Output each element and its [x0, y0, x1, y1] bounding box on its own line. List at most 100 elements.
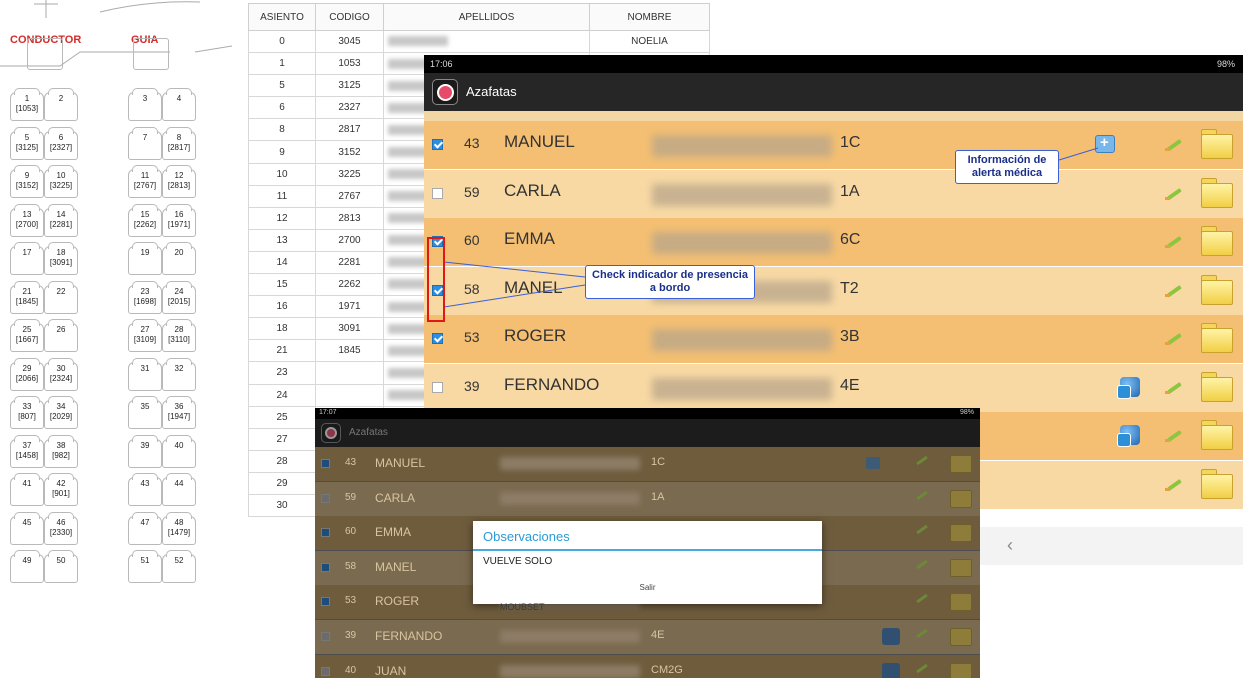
seat-30[interactable]: 30 [2324] — [44, 357, 78, 391]
seat-9[interactable]: 9 [3152] — [10, 165, 44, 198]
edit-icon[interactable] — [916, 559, 928, 569]
seat-33[interactable]: 33 [807] — [10, 396, 44, 429]
seat-22[interactable]: 22 — [44, 280, 78, 314]
edit-icon[interactable] — [916, 594, 928, 604]
passenger-row[interactable]: 58 MANEL T2 — [424, 266, 1243, 315]
seat-26[interactable]: 26 — [44, 319, 78, 352]
seat-7[interactable]: 7 — [128, 126, 162, 160]
folder-icon[interactable] — [1201, 274, 1233, 305]
seat-18[interactable]: 18 [3091] — [44, 242, 78, 275]
edit-icon[interactable] — [1165, 476, 1183, 492]
seat-44[interactable]: 44 — [162, 473, 196, 506]
seat-17[interactable]: 17 — [10, 242, 44, 275]
presence-checkbox[interactable] — [432, 381, 443, 393]
seat-29[interactable]: 29 [2066] — [10, 357, 44, 391]
seat-13[interactable]: 13 [2700] — [10, 203, 44, 237]
seat-12[interactable]: 12 [2813] — [162, 165, 196, 198]
edit-icon[interactable] — [1165, 282, 1183, 298]
edit-icon[interactable] — [916, 455, 928, 466]
seat-43[interactable]: 43 — [128, 473, 162, 506]
folder-icon[interactable] — [1201, 323, 1233, 353]
group-icon[interactable] — [1117, 423, 1143, 447]
seat-45[interactable]: 45 — [10, 511, 44, 545]
seat-37[interactable]: 37 [1458] — [10, 434, 44, 468]
seat-39[interactable]: 39 — [128, 434, 162, 468]
passenger-row[interactable]: 39 FERNANDO 4E — [315, 620, 980, 654]
seat-42[interactable]: 42 [901] — [44, 473, 78, 506]
folder-icon[interactable] — [1201, 371, 1233, 402]
folder-icon[interactable] — [1201, 129, 1233, 159]
folder-icon[interactable] — [950, 455, 972, 473]
edit-icon[interactable] — [916, 525, 928, 535]
seat-35[interactable]: 35 — [128, 396, 162, 429]
folder-icon[interactable] — [950, 662, 972, 678]
passenger-row[interactable]: 60 EMMA 6C — [424, 218, 1243, 266]
presence-checkbox[interactable] — [321, 562, 330, 572]
edit-icon[interactable] — [916, 628, 928, 639]
medical-alert-icon[interactable] — [866, 457, 880, 469]
edit-icon[interactable] — [916, 490, 928, 500]
edit-icon[interactable] — [1165, 330, 1183, 346]
folder-icon[interactable] — [950, 628, 972, 646]
group-icon[interactable] — [1117, 375, 1143, 399]
presence-checkbox[interactable] — [321, 632, 330, 641]
seat-38[interactable]: 38 [982] — [44, 434, 78, 468]
seat-20[interactable]: 20 — [162, 242, 196, 275]
seat-1[interactable]: 1 [1053] — [10, 88, 44, 121]
folder-icon[interactable] — [1201, 420, 1233, 450]
presence-checkbox[interactable] — [432, 139, 443, 150]
edit-icon[interactable] — [1165, 136, 1183, 152]
seat-34[interactable]: 34 [2029] — [44, 396, 78, 429]
seat-2[interactable]: 2 — [44, 88, 78, 121]
seat-15[interactable]: 15 [2262] — [128, 203, 162, 237]
presence-checkbox[interactable] — [321, 528, 330, 538]
seat-31[interactable]: 31 — [128, 357, 162, 391]
presence-checkbox[interactable] — [321, 459, 330, 468]
folder-icon[interactable] — [950, 558, 972, 577]
seat-47[interactable]: 47 — [128, 511, 162, 545]
seat-25[interactable]: 25 [1667] — [10, 319, 44, 352]
folder-icon[interactable] — [950, 524, 972, 543]
presence-checkbox[interactable] — [321, 597, 330, 607]
seat-51[interactable]: 51 — [128, 550, 162, 583]
seat-46[interactable]: 46 [2330] — [44, 511, 78, 545]
seat-40[interactable]: 40 — [162, 434, 196, 468]
folder-icon[interactable] — [1201, 468, 1233, 499]
passenger-row[interactable]: 43 MANUEL 1C — [315, 447, 980, 481]
edit-icon[interactable] — [1165, 185, 1183, 201]
medical-alert-icon[interactable] — [1095, 134, 1115, 153]
passenger-row[interactable]: 59 CARLA 1A — [315, 481, 980, 516]
group-icon[interactable] — [882, 628, 900, 645]
passenger-row[interactable]: 53 ROGER 3B — [424, 315, 1243, 363]
seat-16[interactable]: 16 [1971] — [162, 203, 196, 237]
seat-49[interactable]: 49 — [10, 550, 44, 583]
seat-23[interactable]: 23 [1698] — [128, 280, 162, 314]
seat-5[interactable]: 5 [3125] — [10, 126, 44, 160]
edit-icon[interactable] — [1165, 233, 1183, 249]
passenger-row[interactable]: 59 CARLA 1A — [424, 169, 1243, 218]
seat-6[interactable]: 6 [2327] — [44, 126, 78, 160]
seat-8[interactable]: 8 [2817] — [162, 126, 196, 160]
presence-checkbox[interactable] — [321, 666, 330, 676]
presence-checkbox[interactable] — [432, 187, 443, 199]
seat-19[interactable]: 19 — [128, 242, 162, 275]
group-icon[interactable] — [882, 662, 900, 678]
dialog-salir-button[interactable]: Salir — [473, 583, 822, 592]
seat-36[interactable]: 36 [1947] — [162, 396, 196, 429]
seat-52[interactable]: 52 — [162, 550, 196, 583]
seat-28[interactable]: 28 [3110] — [162, 319, 196, 352]
seat-14[interactable]: 14 [2281] — [44, 203, 78, 237]
edit-icon[interactable] — [916, 663, 928, 673]
folder-icon[interactable] — [1201, 226, 1233, 256]
seat-21[interactable]: 21 [1845] — [10, 280, 44, 314]
edit-icon[interactable] — [1165, 427, 1183, 443]
seat-24[interactable]: 24 [2015] — [162, 280, 196, 314]
seat-10[interactable]: 10 [3225] — [44, 165, 78, 198]
presence-checkbox[interactable] — [321, 493, 330, 503]
folder-icon[interactable] — [1201, 177, 1233, 208]
seat-4[interactable]: 4 — [162, 88, 196, 121]
seat-48[interactable]: 48 [1479] — [162, 511, 196, 545]
back-icon[interactable]: ‹ — [1007, 535, 1013, 556]
seat-11[interactable]: 11 [2767] — [128, 165, 162, 198]
presence-checkbox[interactable] — [432, 333, 443, 344]
